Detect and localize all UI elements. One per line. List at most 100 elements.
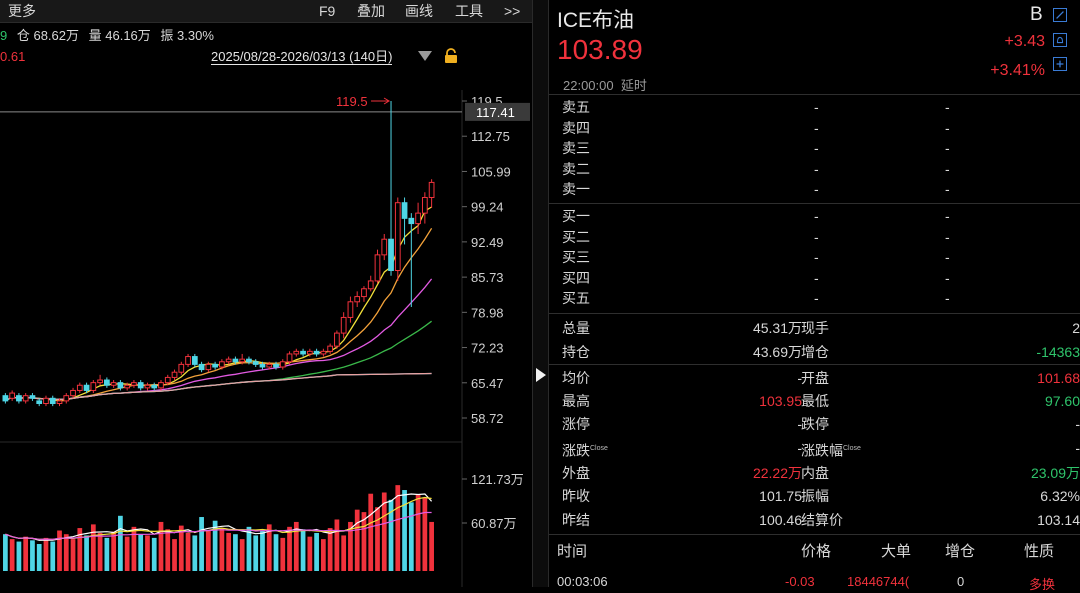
- volume-bar: [341, 535, 347, 571]
- ask-level[interactable]: 卖四 - -: [562, 118, 1080, 138]
- volume-bar: [307, 536, 313, 571]
- level-label: 买四: [562, 269, 590, 286]
- stat-value: 43.69万: [752, 344, 802, 360]
- volume-bar: [165, 529, 171, 571]
- candle-body: [103, 379, 110, 386]
- candle-body: [428, 181, 435, 198]
- candle-body: [70, 389, 76, 397]
- ask-level[interactable]: 卖二 - -: [562, 159, 1080, 179]
- candle-body: [327, 345, 334, 352]
- ma-line-ma5: [5, 206, 432, 402]
- volume-bar: [118, 515, 123, 571]
- candle-body: [246, 358, 252, 363]
- bid-level[interactable]: 买二 - -: [562, 227, 1080, 247]
- add-icon[interactable]: [1053, 57, 1067, 71]
- stat-label: 现手: [801, 320, 829, 336]
- candle-body: [205, 363, 212, 371]
- volume-bar: [429, 521, 434, 571]
- stat-row: 昨结 100.46 结算价 103.14: [562, 509, 1080, 532]
- volume-bar: [9, 539, 15, 571]
- crosshair-label: 117.41: [476, 105, 515, 120]
- volume-bar: [63, 534, 69, 571]
- bid-level[interactable]: 买五 - -: [562, 288, 1080, 308]
- ask-level[interactable]: 卖一 - -: [562, 179, 1080, 199]
- volume-bar: [145, 535, 150, 571]
- volume-bar: [50, 541, 56, 571]
- volume-bar: [158, 521, 164, 571]
- volume-bar: [327, 528, 333, 571]
- stat-row: 持仓 43.69万 增仓 -14363: [562, 341, 1080, 364]
- quote-time-value: 22:00:00: [563, 78, 614, 93]
- chart-pane[interactable]: 更多 F9 叠加 画线 工具 >> 9 仓 68.62万 量 46.16万 振 …: [0, 0, 532, 587]
- volume-bar: [368, 493, 374, 571]
- candle-body: [63, 395, 70, 402]
- volume-bar: [273, 534, 279, 571]
- stat-value: 22.22万: [752, 465, 802, 481]
- volume-bar: [402, 490, 407, 571]
- ask-level[interactable]: 卖五 - -: [562, 97, 1080, 117]
- volume-bar: [287, 526, 292, 571]
- candle-body: [306, 350, 313, 355]
- volume-bar: [23, 536, 29, 571]
- stat-value: 6.32%: [1040, 488, 1080, 504]
- level-volume: -: [945, 290, 950, 306]
- edit-icon[interactable]: [1053, 8, 1067, 22]
- level-volume: -: [945, 119, 950, 136]
- collapse-arrow-icon[interactable]: [536, 368, 546, 382]
- level-price: -: [814, 160, 819, 177]
- candlestick-chart[interactable]: 119.5 119.5112.75105.9999.2492.4985.7378…: [0, 0, 532, 587]
- bid-level[interactable]: 买四 - -: [562, 268, 1080, 288]
- candle-body: [279, 361, 286, 368]
- volume-bar: [3, 534, 8, 571]
- level-price: -: [814, 140, 819, 156]
- level-volume: -: [945, 269, 950, 286]
- candle-body: [219, 361, 225, 368]
- candle-body: [124, 384, 131, 389]
- bid-level[interactable]: 买三 - -: [562, 247, 1080, 267]
- stat-label: 振幅: [801, 488, 829, 504]
- level-label: 卖四: [562, 119, 590, 136]
- volume-bar: [280, 537, 286, 571]
- candle-body: [164, 376, 171, 384]
- stat-label: 涨停: [562, 416, 590, 432]
- volume-bar: [138, 534, 144, 571]
- level-price: -: [814, 99, 819, 115]
- pane-divider[interactable]: [532, 0, 549, 587]
- volume-bar: [233, 534, 238, 571]
- candle-body: [185, 356, 191, 365]
- last-price: 103.89: [557, 34, 643, 65]
- stat-label: 均价: [562, 370, 590, 386]
- y-tick-label: 58.72: [471, 411, 504, 426]
- level-label: 买三: [562, 249, 590, 265]
- candle-body: [171, 371, 178, 378]
- candle-body: [178, 363, 185, 373]
- volume-bar: [422, 497, 428, 571]
- ask-level[interactable]: 卖三 - -: [562, 138, 1080, 158]
- stat-value: 101.75: [759, 488, 802, 504]
- level-label: 买一: [562, 208, 590, 224]
- instrument-title: ICE布油: [557, 9, 635, 32]
- level-price: -: [814, 249, 819, 265]
- stat-label: 昨收: [562, 488, 590, 504]
- stat-label: 涨跌Close: [562, 437, 608, 463]
- candle-body: [388, 238, 394, 272]
- volume-bar: [239, 539, 245, 571]
- y-tick-label: 65.47: [471, 376, 504, 391]
- table-row[interactable]: 00:03:06 -0.03 18446744( 0 多换: [549, 572, 1080, 592]
- bell-icon[interactable]: [1053, 33, 1067, 47]
- stat-label-text: 涨跌幅: [801, 442, 843, 459]
- candle-body: [239, 358, 246, 363]
- bid-level[interactable]: 买一 - -: [562, 206, 1080, 226]
- candle-body: [415, 212, 421, 225]
- level-volume: -: [945, 140, 950, 156]
- candle-body: [56, 400, 63, 405]
- volume-bar: [253, 535, 259, 571]
- volume-bar: [172, 539, 177, 571]
- candle-body: [232, 358, 239, 363]
- candle-body: [117, 382, 124, 389]
- level-price: -: [814, 290, 819, 306]
- stat-value: -: [1075, 416, 1080, 432]
- candle-body: [293, 350, 300, 355]
- stat-label: 总量: [562, 320, 590, 336]
- level-price: -: [814, 181, 819, 197]
